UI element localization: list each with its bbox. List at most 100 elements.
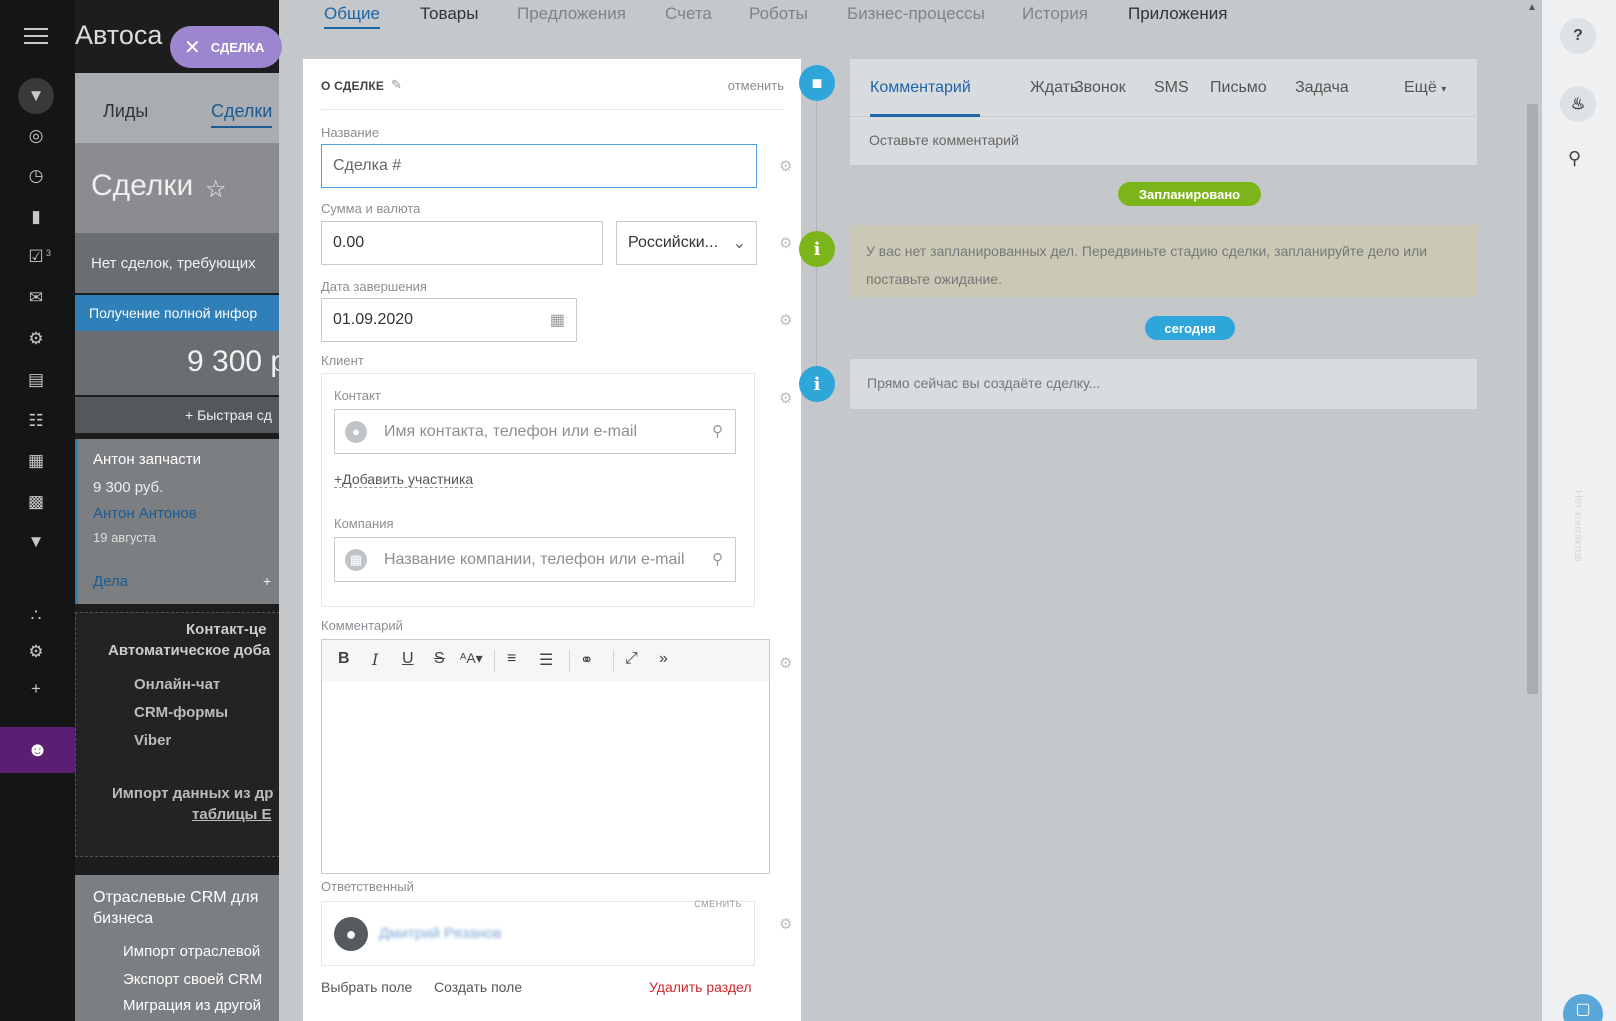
- info-icon: i: [799, 366, 835, 402]
- planned-badge: Запланировано: [1118, 182, 1261, 206]
- clock-icon[interactable]: ◷: [24, 164, 48, 188]
- store-icon[interactable]: ▤: [24, 368, 48, 392]
- gear-icon[interactable]: ⚙: [779, 234, 792, 252]
- create-field-link[interactable]: Создать поле: [434, 979, 522, 995]
- gear-icon[interactable]: ⚙: [779, 654, 792, 672]
- scrollbar[interactable]: ▲: [1523, 0, 1542, 1021]
- name-input[interactable]: Сделка #: [321, 144, 757, 188]
- tab-history[interactable]: История: [1022, 4, 1088, 24]
- more-menu[interactable]: Ещё ▾: [1404, 79, 1446, 97]
- deal-card-plus[interactable]: +: [263, 573, 271, 589]
- tab-business-processes[interactable]: Бизнес-процессы: [847, 4, 985, 24]
- quick-add-button[interactable]: + Быстрая сд: [75, 397, 280, 433]
- select-field-link[interactable]: Выбрать поле: [321, 979, 412, 995]
- deal-slider: Общие Товары Предложения Счета Роботы Би…: [279, 0, 1523, 1021]
- target-icon[interactable]: ◎: [24, 124, 48, 148]
- tab-offers[interactable]: Предложения: [517, 4, 626, 24]
- pencil-icon[interactable]: ✎: [391, 77, 402, 93]
- tasks-icon[interactable]: ☑: [24, 245, 48, 269]
- bell-icon[interactable]: ♨: [1560, 86, 1596, 122]
- calendar-icon[interactable]: ▦: [550, 310, 565, 330]
- tab-call[interactable]: Звонок: [1074, 79, 1126, 97]
- industry-item[interactable]: Импорт отраслевой: [123, 943, 260, 960]
- close-deal-chip[interactable]: ✕ СДЕЛКА: [170, 26, 282, 68]
- link-button[interactable]: ⚭: [580, 650, 593, 670]
- comment-editor[interactable]: B I U S ᴬA▾ ≡ ☰ ⚭ ⤢ »: [321, 639, 770, 874]
- tab-task[interactable]: Задача: [1295, 79, 1349, 97]
- quick-add-label: + Быстрая сд: [185, 407, 272, 423]
- industry-item[interactable]: Экспорт своей CRM: [123, 971, 262, 988]
- comment-placeholder[interactable]: Оставьте комментарий: [869, 132, 1019, 148]
- underline-button[interactable]: U: [402, 650, 414, 668]
- network-icon[interactable]: ∴: [24, 604, 48, 628]
- robot-icon[interactable]: ⚙: [24, 327, 48, 351]
- font-size-button[interactable]: ᴬA▾: [460, 650, 483, 667]
- help-icon[interactable]: ?: [1560, 18, 1596, 54]
- channel-viber[interactable]: Viber: [134, 732, 171, 749]
- deal-card-contact[interactable]: Антон Антонов: [93, 505, 197, 522]
- ordered-list-button[interactable]: ≡: [507, 650, 516, 668]
- import-link[interactable]: таблицы E: [192, 806, 272, 823]
- currency-select[interactable]: Российски... ⌄: [616, 221, 757, 265]
- contact-search-input[interactable]: ● Имя контакта, телефон или e-mail ⚲: [334, 409, 736, 454]
- tab-wait[interactable]: Ждать: [1030, 79, 1078, 97]
- delete-section-link[interactable]: Удалить раздел: [649, 979, 752, 995]
- mail-icon[interactable]: ✉: [24, 286, 48, 310]
- deal-card[interactable]: Антон запчасти 9 300 руб. Антон Антонов …: [75, 439, 280, 604]
- toolbar-divider: [494, 650, 495, 672]
- sum-input[interactable]: 0.00: [321, 221, 603, 265]
- deal-form: О СДЕЛКЕ ✎ отменить Название Сделка # ⚙ …: [303, 59, 801, 1021]
- tab-products[interactable]: Товары: [420, 4, 478, 24]
- contact-center-title: Контакт-це: [186, 621, 267, 638]
- cart-icon[interactable]: ☷: [24, 409, 48, 433]
- tab-invoices[interactable]: Счета: [665, 4, 712, 24]
- responsible-name[interactable]: Дмитрий Рязанов: [379, 925, 501, 942]
- tab-sms[interactable]: SMS: [1154, 79, 1189, 97]
- calendar-icon[interactable]: ▦: [24, 449, 48, 473]
- tab-deals[interactable]: Сделки: [211, 101, 273, 128]
- gear-icon[interactable]: ⚙: [779, 157, 792, 175]
- star-icon[interactable]: ☆: [205, 175, 227, 204]
- more-button[interactable]: »: [659, 650, 668, 668]
- plus-icon[interactable]: +: [24, 677, 48, 701]
- tab-email[interactable]: Письмо: [1210, 79, 1267, 97]
- stage-sum-value: 9 300 р: [187, 345, 280, 378]
- bullet-list-button[interactable]: ☰: [539, 650, 553, 670]
- deal-card-activities[interactable]: Дела: [93, 573, 128, 590]
- crm-tabs: Лиды Сделки: [75, 73, 280, 143]
- industry-item[interactable]: Миграция из другой: [123, 997, 261, 1014]
- strikethrough-button[interactable]: S: [434, 650, 445, 668]
- channel-crm-forms[interactable]: CRM-формы: [134, 704, 228, 721]
- search-icon[interactable]: ⚲: [1568, 148, 1581, 169]
- funnel-icon[interactable]: ▼: [18, 78, 54, 114]
- chart-icon[interactable]: ▮: [24, 205, 48, 229]
- profile-button[interactable]: ☻: [0, 727, 75, 773]
- info-icon: i: [799, 231, 835, 267]
- tab-robots[interactable]: Роботы: [749, 4, 808, 24]
- tab-comment[interactable]: Комментарий: [870, 79, 971, 97]
- gear-icon[interactable]: ⚙: [779, 389, 792, 407]
- italic-button[interactable]: I: [372, 650, 378, 669]
- tab-general[interactable]: Общие: [324, 4, 380, 29]
- add-participant-link[interactable]: +Добавить участника: [334, 471, 474, 488]
- gear-icon[interactable]: ⚙: [779, 311, 792, 329]
- fullscreen-button[interactable]: ⤢: [625, 650, 638, 668]
- industry-crm-block: Отраслевые CRM для бизнеса Импорт отрасл…: [75, 875, 280, 1021]
- tab-apps[interactable]: Приложения: [1128, 4, 1227, 24]
- channel-online-chat[interactable]: Онлайн-чат: [134, 676, 220, 693]
- deal-card-date: 19 августа: [93, 530, 156, 545]
- scroll-thumb[interactable]: [1527, 104, 1538, 694]
- bold-button[interactable]: B: [338, 650, 350, 668]
- cancel-link[interactable]: отменить: [728, 78, 784, 93]
- chevron-down-icon[interactable]: ▼: [24, 530, 48, 554]
- date-input[interactable]: 01.09.2020 ▦: [321, 298, 577, 342]
- no-deals-bar: Нет сделок, требующих: [75, 233, 280, 293]
- company-search-input[interactable]: ▦ Название компании, телефон или e-mail …: [334, 537, 736, 582]
- gear-icon[interactable]: ⚙: [24, 640, 48, 664]
- menu-icon[interactable]: [24, 28, 48, 49]
- apps-icon[interactable]: ▩: [24, 490, 48, 514]
- gear-icon[interactable]: ⚙: [779, 915, 792, 933]
- change-responsible-link[interactable]: СМЕНИТЬ: [694, 899, 742, 909]
- scroll-up-icon[interactable]: ▲: [1527, 2, 1537, 13]
- tab-leads[interactable]: Лиды: [103, 101, 148, 122]
